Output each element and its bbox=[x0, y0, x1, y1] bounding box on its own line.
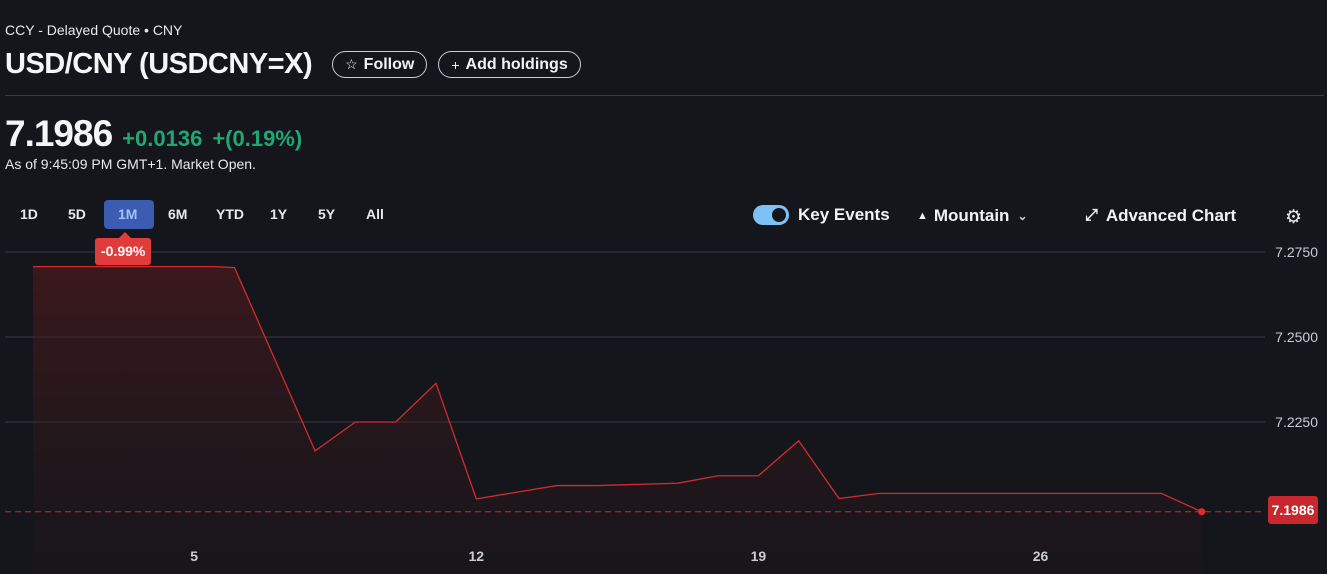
y-tick-label: 7.2750 bbox=[1275, 244, 1318, 260]
advanced-chart-button[interactable]: ⤢ Advanced Chart bbox=[1085, 206, 1236, 226]
toggle-switch[interactable] bbox=[753, 205, 789, 225]
price-area bbox=[33, 266, 1202, 574]
x-tick-label: 26 bbox=[1033, 548, 1049, 564]
range-1y[interactable]: 1Y bbox=[258, 200, 304, 229]
price-change-percent: +(0.19%) bbox=[212, 126, 303, 151]
quote-source: CCY - Delayed Quote • CNY bbox=[5, 22, 183, 38]
x-tick-label: 5 bbox=[190, 548, 198, 564]
range-all[interactable]: All bbox=[354, 200, 400, 229]
gear-icon[interactable]: ⚙ bbox=[1285, 206, 1302, 229]
last-price: 7.1986 bbox=[5, 113, 113, 154]
y-tick-label: 7.2250 bbox=[1275, 414, 1318, 430]
follow-label: Follow bbox=[363, 55, 415, 73]
key-events-label: Key Events bbox=[798, 205, 890, 224]
key-events-toggle[interactable]: Key Events bbox=[753, 205, 890, 225]
mountain-icon: ▲ bbox=[917, 210, 928, 222]
follow-button[interactable]: ☆ Follow bbox=[332, 51, 428, 78]
range-1m[interactable]: 1M bbox=[104, 200, 154, 229]
plus-icon: + bbox=[451, 56, 460, 73]
performance-badge: -0.99% bbox=[95, 232, 152, 265]
add-holdings-button[interactable]: + Add holdings bbox=[438, 51, 581, 78]
x-tick-label: 12 bbox=[469, 548, 485, 564]
range-ytd[interactable]: YTD bbox=[204, 200, 256, 229]
toggle-knob bbox=[772, 208, 786, 222]
advanced-chart-label: Advanced Chart bbox=[1105, 206, 1237, 225]
price-chart: 7.2750 7.2500 7.2250 5 12 19 26 bbox=[5, 244, 1318, 574]
x-tick-label: 19 bbox=[751, 548, 767, 564]
last-point-dot bbox=[1198, 508, 1206, 516]
title-row: USD/CNY (USDCNY=X) ☆ Follow + Add holdin… bbox=[5, 48, 592, 81]
chart-style-label: Mountain bbox=[933, 206, 1010, 225]
expand-icon: ⤢ bbox=[1085, 207, 1098, 224]
as-of-timestamp: As of 9:45:09 PM GMT+1. Market Open. bbox=[5, 156, 256, 172]
range-selector: 1D 5D 1M 6M YTD 1Y 5Y All bbox=[8, 200, 402, 229]
page-title: USD/CNY (USDCNY=X) bbox=[5, 48, 313, 80]
range-1d[interactable]: 1D bbox=[8, 200, 54, 229]
price-change: +0.0136 bbox=[122, 126, 203, 151]
price-row: 7.1986 +0.0136 +(0.19%) bbox=[5, 113, 312, 155]
star-icon: ☆ bbox=[345, 56, 358, 72]
add-holdings-label: Add holdings bbox=[465, 55, 568, 73]
range-5y[interactable]: 5Y bbox=[306, 200, 352, 229]
range-5d[interactable]: 5D bbox=[56, 200, 102, 229]
chart-style-dropdown[interactable]: ▲ Mountain ⌄ bbox=[917, 206, 1028, 226]
last-price-badge: 7.1986 bbox=[1268, 496, 1318, 524]
header-divider bbox=[5, 95, 1324, 96]
chevron-down-icon: ⌄ bbox=[1017, 209, 1028, 223]
range-6m[interactable]: 6M bbox=[156, 200, 202, 229]
y-tick-label: 7.2500 bbox=[1275, 329, 1318, 345]
